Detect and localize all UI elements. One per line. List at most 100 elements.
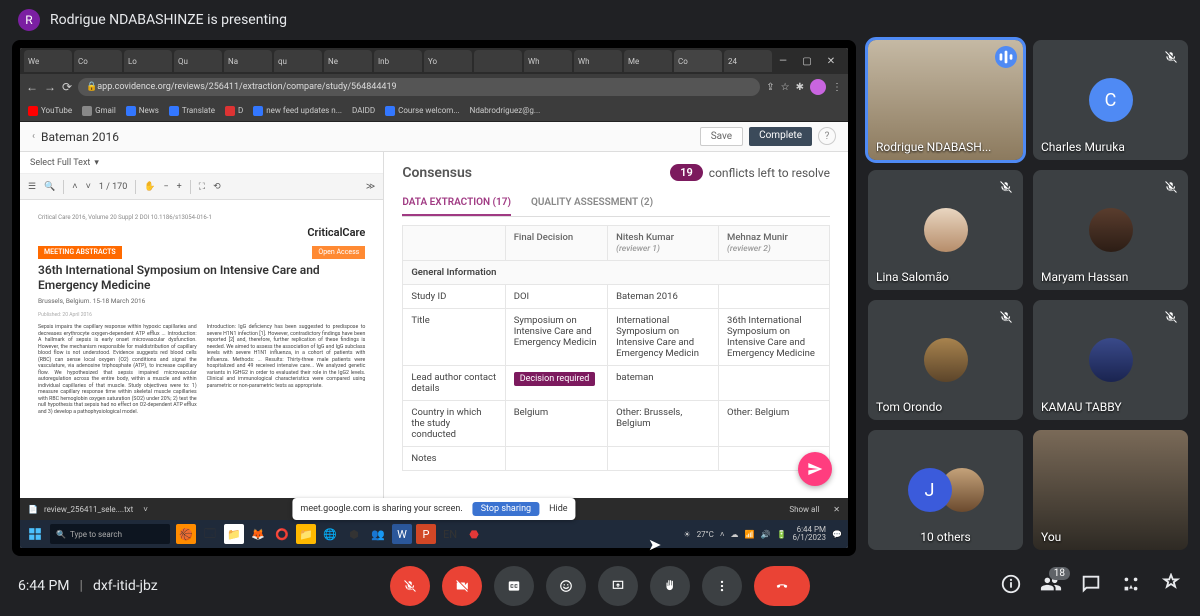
- nav-reload-icon[interactable]: ⟳: [62, 80, 72, 94]
- taskbar-app[interactable]: ⬣: [464, 524, 484, 544]
- pdf-more-icon[interactable]: ≫: [366, 182, 375, 192]
- bookmark-item[interactable]: D: [225, 106, 243, 116]
- taskbar-app[interactable]: ⭕: [272, 524, 292, 544]
- tray-wifi-icon[interactable]: 📶: [745, 530, 755, 539]
- help-icon[interactable]: ?: [818, 127, 836, 145]
- window-maximize[interactable]: ▢: [798, 56, 816, 67]
- pdf-fit-icon[interactable]: ⛶: [199, 182, 205, 192]
- participant-tile[interactable]: Rodrigue NDABASH...: [868, 40, 1023, 160]
- nav-back-icon[interactable]: ←: [26, 80, 38, 94]
- participant-tile[interactable]: Maryam Hassan: [1033, 170, 1188, 290]
- extension-icon[interactable]: ✱: [796, 82, 804, 93]
- pdf-hand-icon[interactable]: ✋: [144, 182, 155, 192]
- self-tile[interactable]: You: [1033, 430, 1188, 550]
- taskbar-app[interactable]: 🌐: [320, 524, 340, 544]
- pdf-search-icon[interactable]: 🔍: [44, 182, 55, 192]
- browser-tab[interactable]: qu: [274, 50, 322, 72]
- taskbar-app[interactable]: 👥: [368, 524, 388, 544]
- tray-notif-icon[interactable]: 💬: [832, 530, 842, 539]
- taskbar-app[interactable]: EN: [440, 524, 460, 544]
- participant-tile[interactable]: KAMAU TABBY: [1033, 300, 1188, 420]
- window-minimize[interactable]: —: [774, 56, 792, 67]
- taskbar-app[interactable]: W: [392, 524, 412, 544]
- bookmark-item[interactable]: Translate: [169, 106, 215, 116]
- weather-icon[interactable]: ☀: [684, 530, 691, 539]
- host-controls-button[interactable]: [1160, 573, 1182, 599]
- end-call-button[interactable]: [754, 566, 810, 606]
- pdf-prev-icon[interactable]: ˄: [72, 181, 77, 192]
- send-fab[interactable]: [798, 452, 832, 486]
- raise-hand-button[interactable]: [650, 566, 690, 606]
- taskbar-app[interactable]: 🏀: [176, 524, 196, 544]
- url-field[interactable]: 🔒 app.covidence.org/reviews/256411/extra…: [78, 78, 760, 96]
- browser-tab[interactable]: 24: [724, 50, 772, 72]
- complete-button[interactable]: Complete: [749, 127, 812, 146]
- hide-sharing-button[interactable]: Hide: [549, 504, 567, 514]
- camera-button[interactable]: [442, 566, 482, 606]
- bookmark-item[interactable]: Ndabrodriguez@g...: [470, 106, 541, 115]
- tray-battery-icon[interactable]: 🔋: [776, 530, 786, 539]
- window-close[interactable]: ✕: [822, 56, 840, 67]
- participant-tile[interactable]: Tom Orondo: [868, 300, 1023, 420]
- captions-button[interactable]: [494, 566, 534, 606]
- participant-overflow-tile[interactable]: J 10 others: [868, 430, 1023, 550]
- bookmark-item[interactable]: new feed updates n...: [253, 106, 342, 116]
- browser-tab[interactable]: Me: [624, 50, 672, 72]
- browser-tab[interactable]: Qu: [174, 50, 222, 72]
- pdf-page-current[interactable]: 1: [99, 182, 104, 192]
- people-button[interactable]: 18: [1040, 573, 1062, 599]
- browser-tab[interactable]: We: [24, 50, 72, 72]
- browser-tab[interactable]: Wh: [524, 50, 572, 72]
- pdf-zoomout-icon[interactable]: −: [163, 182, 168, 192]
- chevron-down-icon[interactable]: ˅: [143, 505, 148, 514]
- bookmark-item[interactable]: DAIDD: [352, 106, 375, 115]
- present-button[interactable]: [598, 566, 638, 606]
- activities-button[interactable]: [1120, 573, 1142, 599]
- bookmark-item[interactable]: News: [126, 106, 159, 116]
- browser-tab[interactable]: Yo: [424, 50, 472, 72]
- taskbar-app[interactable]: ⬢: [344, 524, 364, 544]
- tab-quality-assessment[interactable]: QUALITY ASSESSMENT (2): [531, 191, 653, 216]
- bookmark-item[interactable]: Gmail: [82, 106, 116, 116]
- tray-volume-icon[interactable]: 🔊: [761, 530, 771, 539]
- pdf-rotate-icon[interactable]: ⟲: [213, 182, 221, 192]
- taskbar-app[interactable]: 🗔: [200, 524, 220, 544]
- participant-tile[interactable]: Lina Salomão: [868, 170, 1023, 290]
- start-button[interactable]: [26, 525, 44, 543]
- stop-sharing-button[interactable]: Stop sharing: [473, 502, 539, 516]
- nav-forward-icon[interactable]: →: [44, 80, 56, 94]
- tab-data-extraction[interactable]: DATA EXTRACTION (17): [402, 191, 511, 216]
- close-icon[interactable]: ✕: [833, 505, 840, 514]
- show-all-downloads[interactable]: Show all: [789, 505, 819, 514]
- save-button[interactable]: Save: [700, 127, 743, 146]
- taskbar-app[interactable]: 📁: [296, 524, 316, 544]
- browser-tab[interactable]: Na: [224, 50, 272, 72]
- decision-required-badge[interactable]: Decision required: [514, 372, 596, 386]
- tray-chevron-icon[interactable]: ˄: [720, 530, 725, 539]
- taskbar-app[interactable]: 🦊: [248, 524, 268, 544]
- pdf-sidebar-icon[interactable]: ☰: [28, 182, 36, 192]
- star-icon[interactable]: ☆: [781, 82, 790, 93]
- browser-menu-icon[interactable]: ⋮: [832, 82, 842, 93]
- share-icon[interactable]: ⇪: [766, 82, 774, 93]
- browser-tab[interactable]: [474, 50, 522, 72]
- bookmark-item[interactable]: YouTube: [28, 106, 72, 116]
- download-filename[interactable]: review_256411_sele....txt: [44, 505, 133, 514]
- taskbar-app[interactable]: 📁: [224, 524, 244, 544]
- browser-tab[interactable]: Co: [74, 50, 122, 72]
- pdf-next-icon[interactable]: ˅: [86, 181, 91, 192]
- browser-tab[interactable]: Lo: [124, 50, 172, 72]
- browser-tab[interactable]: Ne: [324, 50, 372, 72]
- tray-cloud-icon[interactable]: ☁: [731, 530, 739, 539]
- participant-tile[interactable]: C Charles Muruka: [1033, 40, 1188, 160]
- browser-tab[interactable]: Wh: [574, 50, 622, 72]
- back-chevron-icon[interactable]: ‹: [32, 131, 35, 142]
- bookmark-item[interactable]: Course welcom...: [385, 106, 460, 116]
- browser-tab[interactable]: Co: [674, 50, 722, 72]
- mic-button[interactable]: [390, 566, 430, 606]
- profile-icon[interactable]: [810, 79, 826, 95]
- more-options-button[interactable]: [702, 566, 742, 606]
- chat-button[interactable]: [1080, 573, 1102, 599]
- pdf-zoomin-icon[interactable]: +: [177, 182, 182, 192]
- taskbar-app[interactable]: P: [416, 524, 436, 544]
